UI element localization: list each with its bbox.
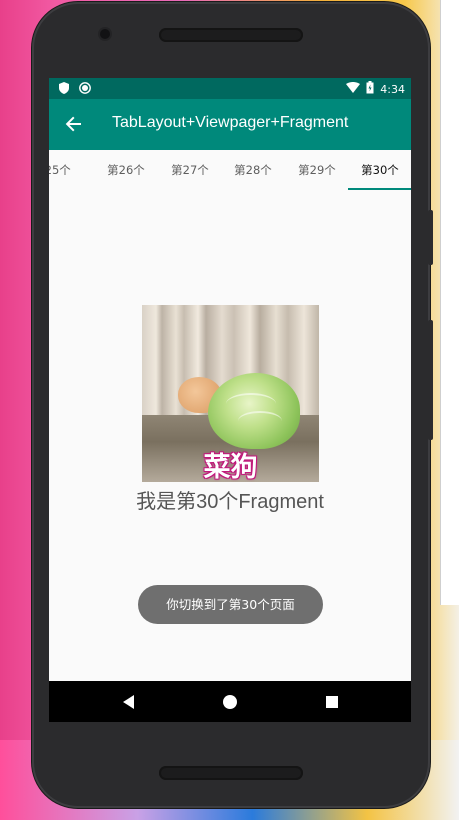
arrow-left-icon[interactable] bbox=[63, 113, 85, 135]
tab-29[interactable]: 第29个 bbox=[285, 150, 349, 190]
tab-26[interactable]: 第26个 bbox=[94, 150, 158, 190]
tab-27[interactable]: 第27个 bbox=[158, 150, 222, 190]
navigation-bar bbox=[49, 681, 411, 722]
app-bar: TabLayout+Viewpager+Fragment bbox=[49, 99, 411, 150]
volume-button bbox=[428, 210, 433, 265]
tab-indicator bbox=[348, 188, 411, 190]
tab-30[interactable]: 第30个 bbox=[348, 150, 411, 190]
image-caption: 菜狗 bbox=[203, 452, 258, 482]
tab-28[interactable]: 第28个 bbox=[221, 150, 285, 190]
power-button bbox=[428, 320, 433, 440]
status-time: 4:34 bbox=[380, 82, 405, 96]
bottom-speaker bbox=[159, 766, 303, 780]
tab-layout: 第25个 第26个 第27个 第28个 第29个 第30个 bbox=[49, 150, 411, 190]
wifi-icon bbox=[346, 81, 361, 96]
back-icon[interactable] bbox=[118, 691, 140, 713]
record-icon bbox=[79, 82, 91, 97]
top-speaker bbox=[159, 28, 303, 42]
background-window-panel bbox=[440, 0, 459, 605]
phone-screen: 4:34 TabLayout+Viewpager+Fragment 第25个 第… bbox=[49, 78, 411, 722]
front-camera bbox=[100, 29, 110, 39]
app-title: TabLayout+Viewpager+Fragment bbox=[112, 114, 349, 131]
meme-image: 菜狗 bbox=[142, 305, 319, 482]
recents-icon[interactable] bbox=[321, 691, 343, 713]
image-leaf-line bbox=[238, 411, 282, 431]
tab-25[interactable]: 第25个 bbox=[49, 150, 84, 190]
toast-message: 你切换到了第30个页面 bbox=[138, 585, 323, 624]
status-bar: 4:34 bbox=[49, 78, 411, 99]
fragment-label: 我是第30个Fragment bbox=[136, 491, 324, 513]
battery-icon bbox=[366, 81, 374, 97]
home-icon[interactable] bbox=[219, 691, 241, 713]
shield-icon bbox=[59, 82, 69, 97]
